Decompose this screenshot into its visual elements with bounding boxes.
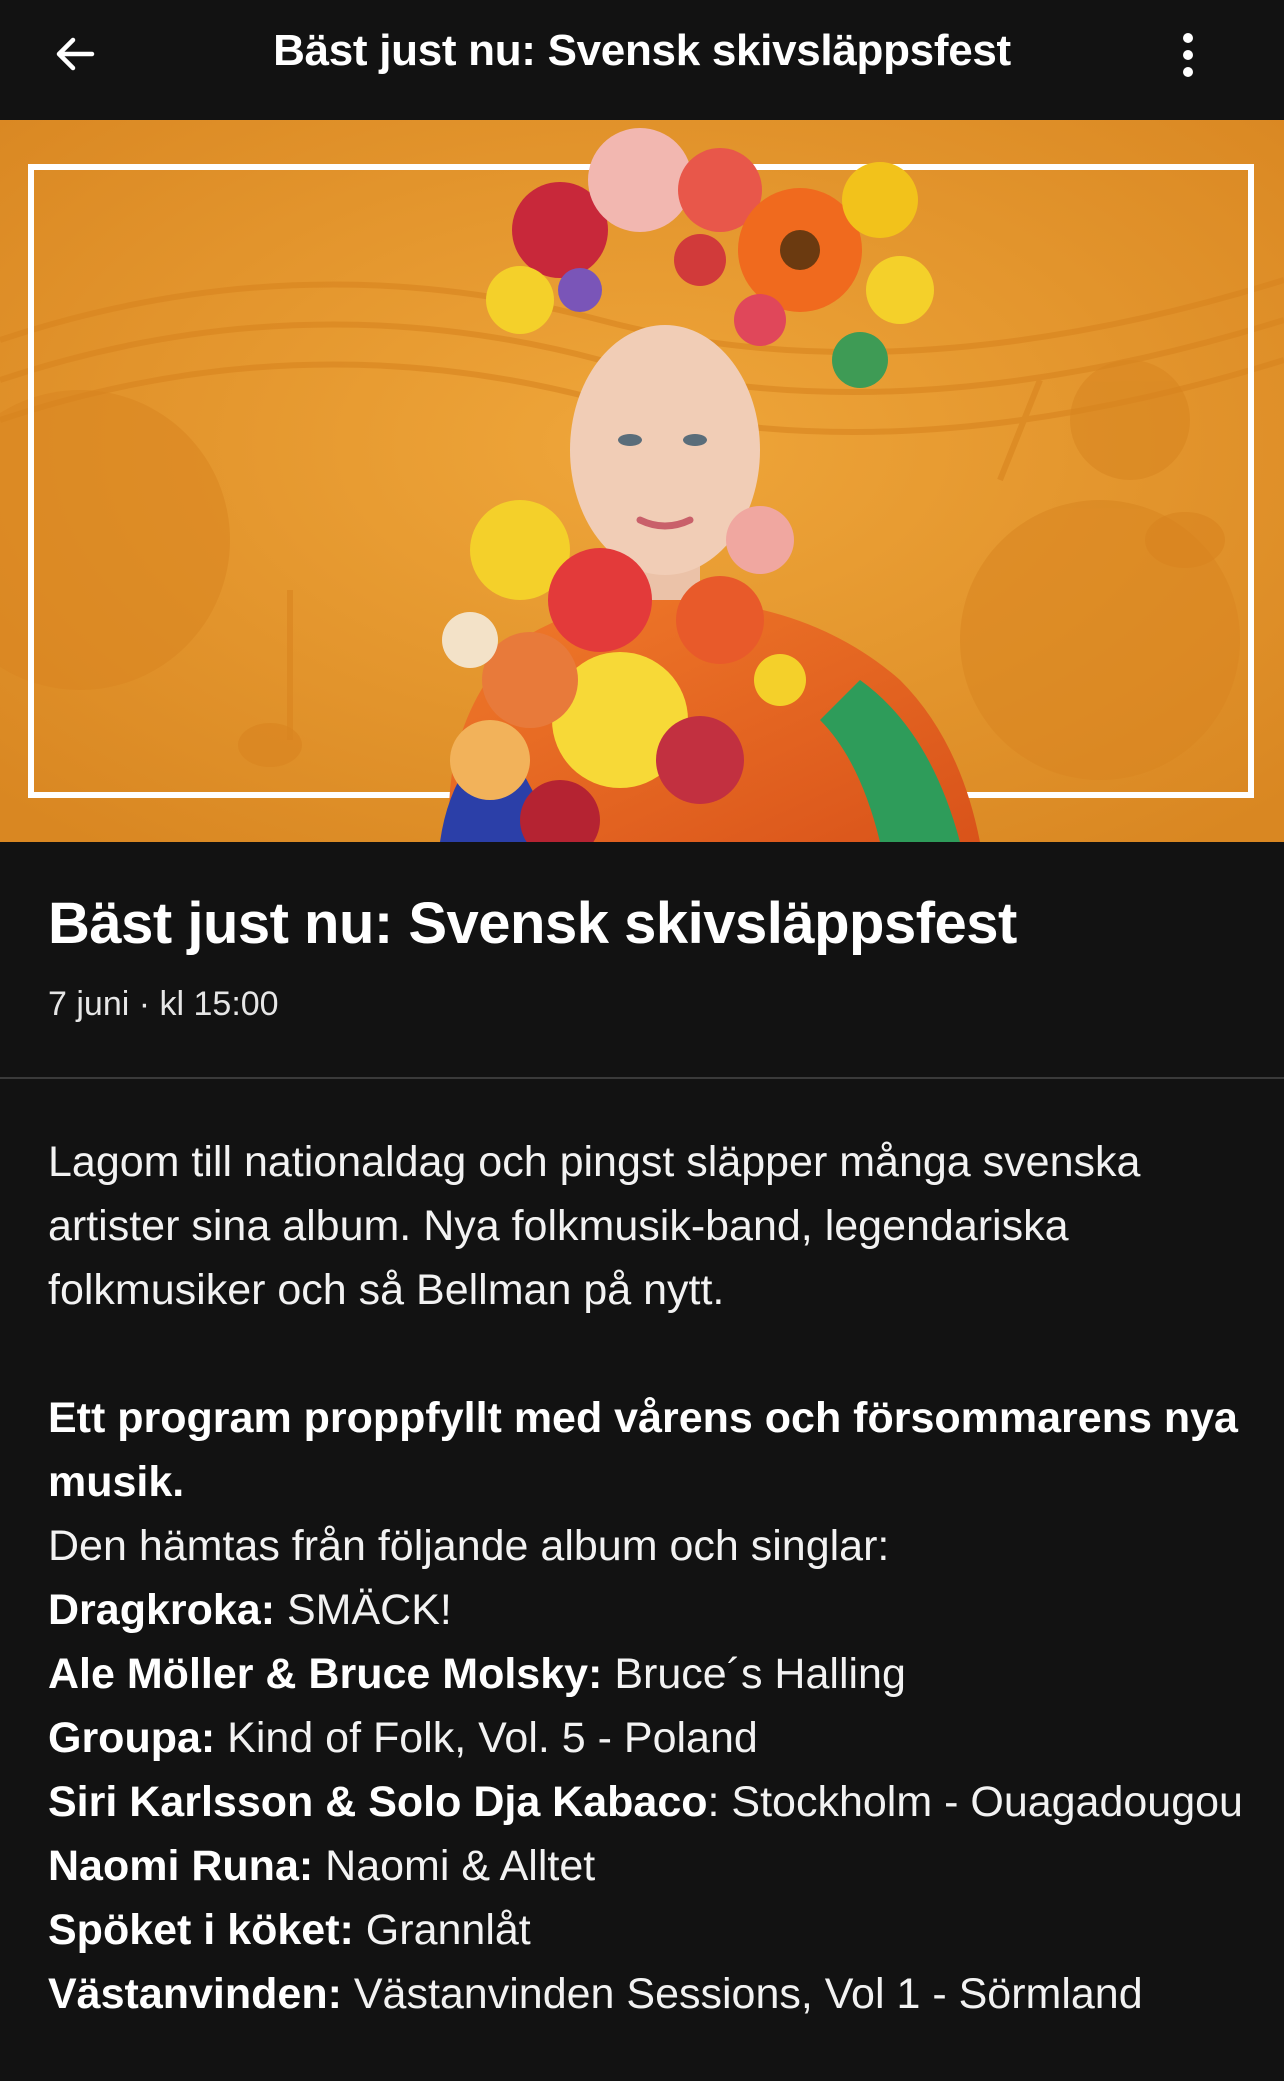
event-date: 7 juni · kl 15:00 bbox=[48, 985, 279, 1023]
description-highlight: Ett program proppfyllt med vårens och fö… bbox=[48, 1386, 1248, 1514]
track-artist: Groupa: bbox=[48, 1714, 216, 1762]
track-album: SMÄCK! bbox=[275, 1586, 452, 1634]
track-item: Ale Möller & Bruce Molsky: Bruce´s Halli… bbox=[48, 1642, 1248, 1706]
event-title: Bäst just nu: Svensk skivsläppsfest bbox=[48, 891, 1017, 956]
back-button[interactable] bbox=[44, 22, 108, 86]
page-title: Bäst just nu: Svensk skivsläppsfest bbox=[273, 26, 1011, 75]
track-artist: Siri Karlsson & Solo Dja Kabaco bbox=[48, 1778, 708, 1826]
more-options-button[interactable] bbox=[1160, 22, 1216, 88]
top-app-bar: Bäst just nu: Svensk skivsläppsfest bbox=[0, 0, 1284, 120]
track-item: Västanvinden: Västanvinden Sessions, Vol… bbox=[48, 1962, 1248, 2026]
track-artist: Västanvinden: bbox=[48, 1970, 342, 2018]
track-item: Siri Karlsson & Solo Dja Kabaco: Stockho… bbox=[48, 1770, 1248, 1834]
track-album: : Stockholm - Ouagadougou bbox=[707, 1778, 1243, 1826]
track-artist: Ale Möller & Bruce Molsky: bbox=[48, 1650, 603, 1698]
track-artist: Dragkroka: bbox=[48, 1586, 276, 1634]
arrow-left-icon bbox=[56, 37, 95, 71]
more-vertical-icon bbox=[1183, 33, 1193, 77]
track-artist: Spöket i köket: bbox=[48, 1906, 354, 1954]
divider bbox=[0, 1077, 1284, 1079]
description-lead: Den hämtas från följande album och singl… bbox=[48, 1522, 890, 1570]
hero-image bbox=[0, 120, 1284, 842]
track-item: Groupa: Kind of Folk, Vol. 5 - Poland bbox=[48, 1706, 1248, 1770]
track-artist: Naomi Runa: bbox=[48, 1842, 314, 1890]
track-item: Naomi Runa: Naomi & Alltet bbox=[48, 1834, 1248, 1898]
track-album: Västanvinden Sessions, Vol 1 - Sörmland bbox=[341, 1970, 1143, 2018]
track-album: Kind of Folk, Vol. 5 - Poland bbox=[215, 1714, 758, 1762]
description-intro: Lagom till nationaldag och pingst släppe… bbox=[48, 1138, 1141, 1314]
track-list: Dragkroka: SMÄCK! Ale Möller & Bruce Mols… bbox=[48, 1578, 1248, 2026]
description: Lagom till nationaldag och pingst släppe… bbox=[48, 1130, 1248, 2026]
track-item: Dragkroka: SMÄCK! bbox=[48, 1578, 1248, 1642]
track-album: Grannlåt bbox=[353, 1906, 531, 1954]
highlight-text: Ett program proppfyllt med vårens och fö… bbox=[48, 1394, 1238, 1506]
track-item: Spöket i köket: Grannlåt bbox=[48, 1898, 1248, 1962]
track-album: Naomi & Alltet bbox=[313, 1842, 596, 1890]
track-album: Bruce´s Halling bbox=[602, 1650, 906, 1698]
